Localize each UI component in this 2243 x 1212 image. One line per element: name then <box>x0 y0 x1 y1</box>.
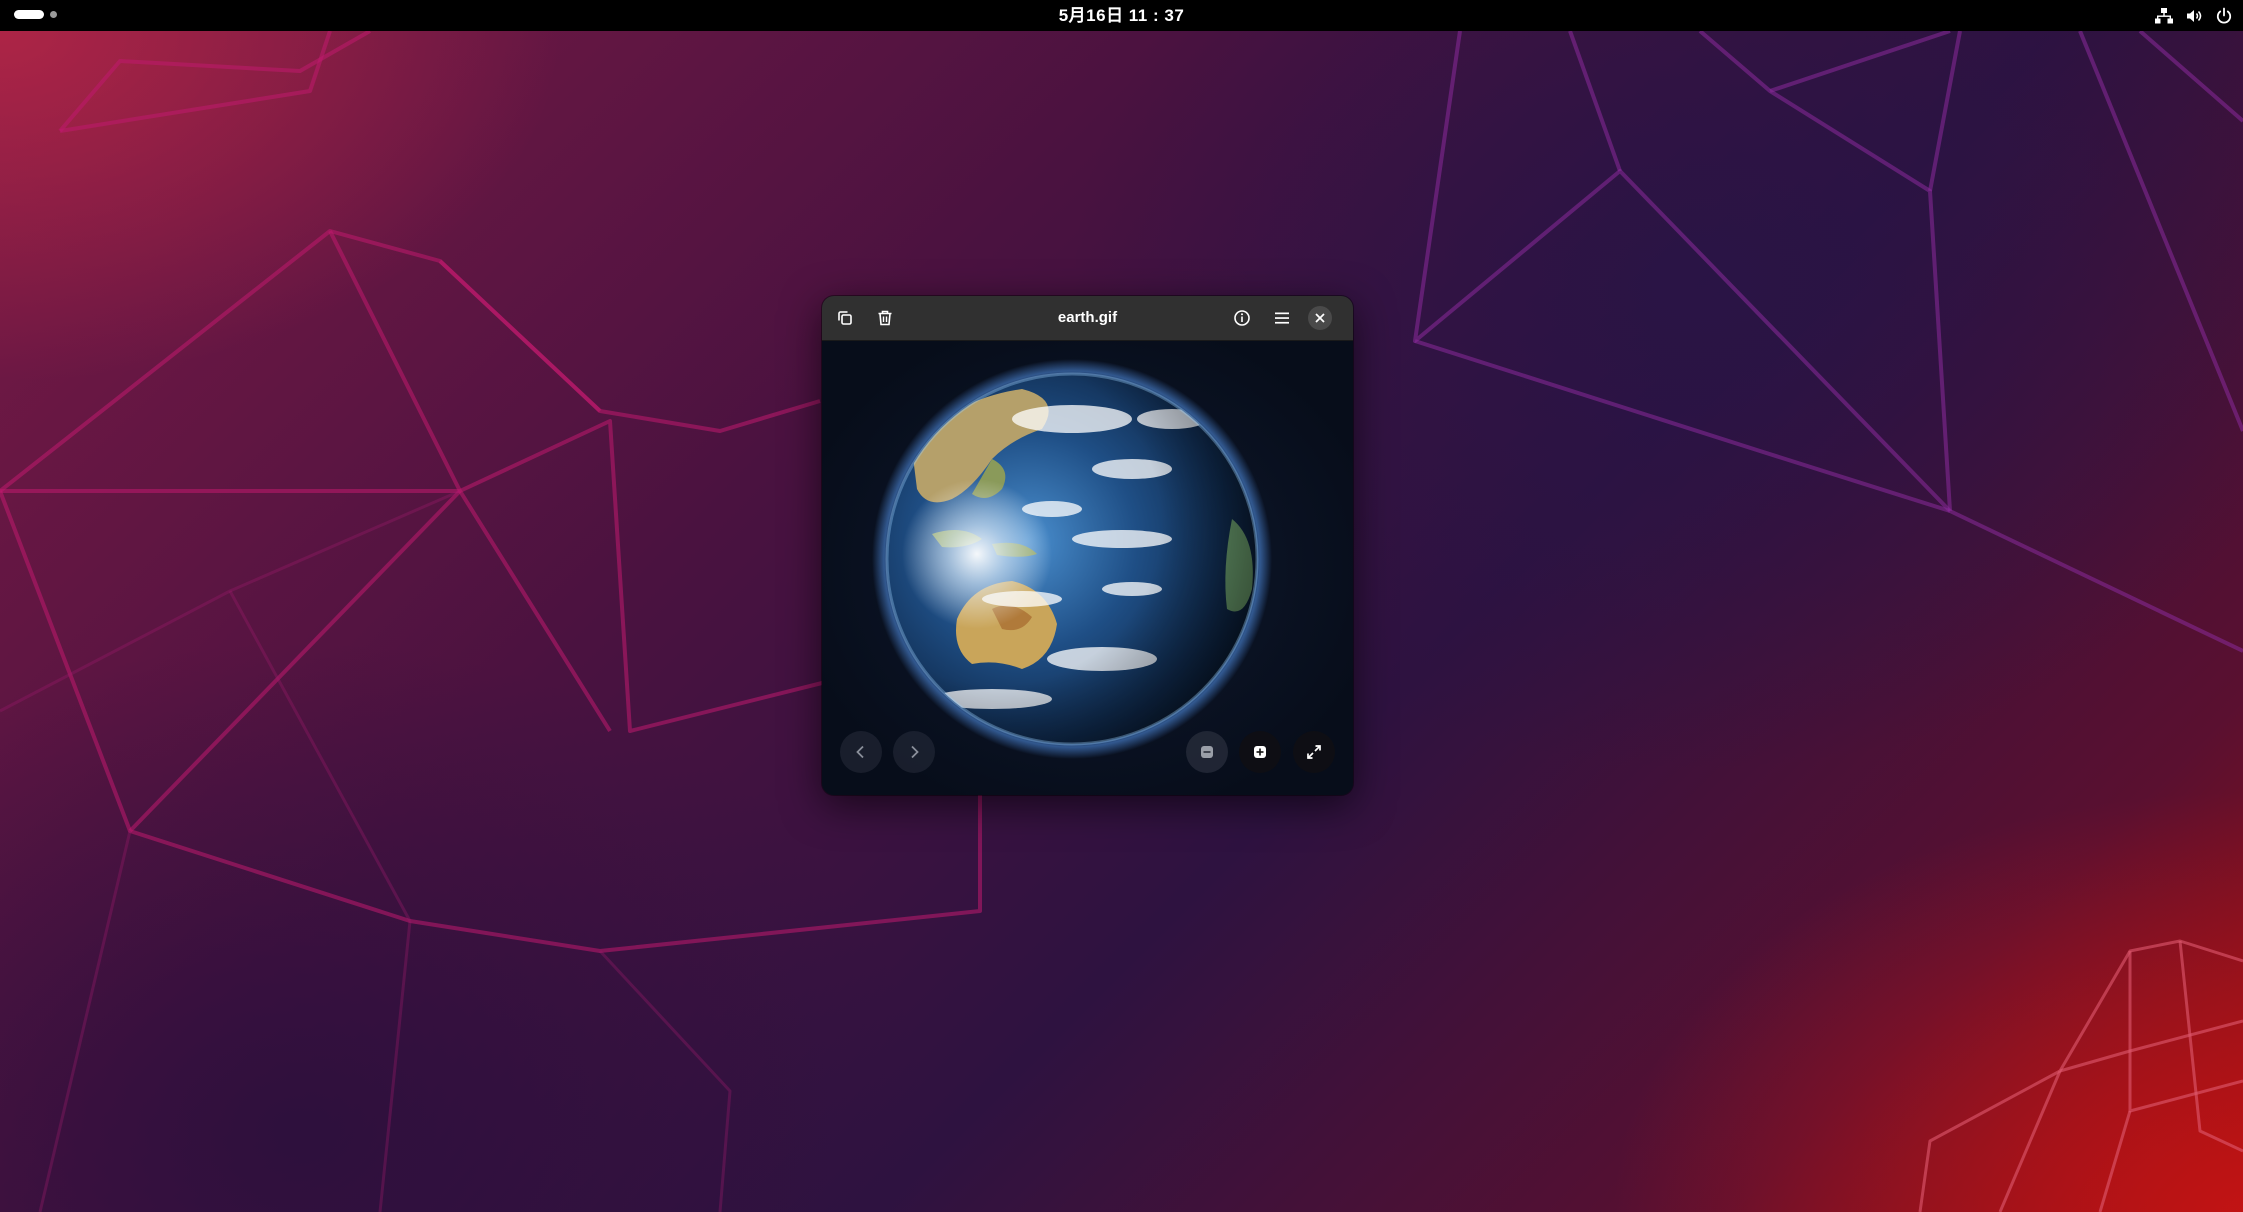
workspace-indicator-active <box>14 10 44 19</box>
fullscreen-icon <box>1307 745 1321 759</box>
header-bar[interactable]: earth.gif <box>822 296 1353 341</box>
network-icon[interactable] <box>2155 7 2173 25</box>
next-image-button[interactable] <box>893 731 935 773</box>
workspace-indicator <box>50 11 57 18</box>
close-icon <box>1315 313 1325 323</box>
image-view-area[interactable] <box>822 341 1353 795</box>
zoom-out-icon <box>1201 746 1213 758</box>
fullscreen-button[interactable] <box>1293 731 1335 773</box>
trash-icon <box>878 310 892 326</box>
clock-date-time[interactable]: 5月16日 11 : 37 <box>1059 6 1185 25</box>
volume-icon[interactable] <box>2185 7 2203 25</box>
copy-button[interactable] <box>831 304 859 332</box>
main-menu-button[interactable] <box>1268 304 1296 332</box>
chevron-left-icon <box>856 745 864 759</box>
zoom-out-button[interactable] <box>1186 731 1228 773</box>
zoom-in-button[interactable] <box>1239 731 1281 773</box>
image-viewer-window[interactable]: earth.gif <box>822 296 1353 795</box>
chevron-right-icon <box>911 745 919 759</box>
hamburger-menu-icon <box>1275 312 1289 324</box>
top-bar: 5月16日 11 : 37 <box>0 0 2243 31</box>
power-icon[interactable] <box>2215 7 2233 25</box>
earth-image <box>872 359 1272 759</box>
activities-button[interactable] <box>14 10 57 19</box>
system-tray[interactable] <box>2155 0 2233 31</box>
close-button[interactable] <box>1306 304 1334 332</box>
copy-icon <box>838 311 852 325</box>
info-icon <box>1234 310 1250 326</box>
zoom-in-icon <box>1254 746 1266 758</box>
delete-button[interactable] <box>871 304 899 332</box>
previous-image-button[interactable] <box>840 731 882 773</box>
image-properties-button[interactable] <box>1228 304 1256 332</box>
